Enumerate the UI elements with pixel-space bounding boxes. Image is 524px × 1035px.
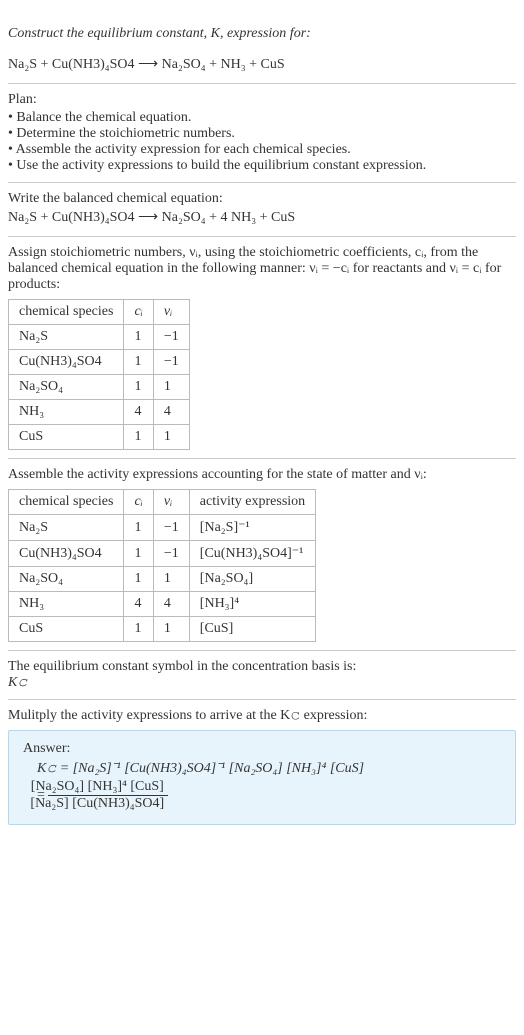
cell-species: CuS (9, 617, 124, 642)
intro-text: Construct the equilibrium constant, K, e… (8, 26, 311, 41)
cell-activity: [Na₂S]⁻¹ (189, 515, 315, 541)
col-ci: cᵢ (124, 300, 153, 325)
balanced-equation: Na₂S + Cu(NH3)₄SO4 ⟶ Na₂SO₄ + 4 NH₃ + Cu… (8, 209, 516, 226)
cell-species: Na₂S (9, 515, 124, 541)
kc-expr-text: K𝚌 = [Na₂S]⁻¹ [Cu(NH3)₄SO4]⁻¹ [Na₂SO₄] [… (37, 761, 364, 776)
activity-section: Assemble the activity expressions accoun… (8, 459, 516, 651)
plan-list: Balance the chemical equation. Determine… (8, 110, 516, 174)
balanced-title: Write the balanced chemical equation: (8, 191, 516, 207)
answer-box: Answer: K𝚌 = [Na₂S]⁻¹ [Cu(NH3)₄SO4]⁻¹ [N… (8, 730, 516, 825)
col-vi: νᵢ (153, 300, 189, 325)
cell-activity: [Cu(NH3)₄SO4]⁻¹ (189, 541, 315, 567)
cell-vi: −1 (153, 541, 189, 567)
frac-numerator: [Na₂SO₄] [NH₃]⁴ [CuS] (48, 779, 168, 796)
cell-species: CuS (9, 425, 124, 450)
cell-activity: [CuS] (189, 617, 315, 642)
cell-ci: 1 (124, 375, 153, 400)
plan-section: Plan: Balance the chemical equation. Det… (8, 84, 516, 183)
answer-section: Mulitply the activity expressions to arr… (8, 700, 516, 833)
cell-species: Cu(NH3)₄SO4 (9, 541, 124, 567)
activity-table: chemical species cᵢ νᵢ activity expressi… (8, 489, 316, 642)
table-row: Na₂S 1 −1 [Na₂S]⁻¹ (9, 515, 316, 541)
stoich-intro: Assign stoichiometric numbers, νᵢ, using… (8, 245, 516, 293)
cell-ci: 1 (124, 515, 153, 541)
activity-intro: Assemble the activity expressions accoun… (8, 467, 516, 483)
cell-ci: 1 (124, 425, 153, 450)
symbol-section: The equilibrium constant symbol in the c… (8, 651, 516, 700)
cell-vi: −1 (153, 515, 189, 541)
cell-species: Cu(NH3)₄SO4 (9, 350, 124, 375)
cell-vi: −1 (153, 350, 189, 375)
cell-ci: 1 (124, 350, 153, 375)
cell-ci: 1 (124, 541, 153, 567)
cell-vi: 1 (153, 567, 189, 592)
answer-label: Answer: (23, 741, 501, 757)
kc-fraction: [Na₂SO₄] [NH₃]⁴ [CuS] [Na₂S] [Cu(NH3)₄SO… (48, 779, 168, 812)
cell-ci: 4 (124, 592, 153, 617)
cell-vi: −1 (153, 325, 189, 350)
cell-ci: 1 (124, 567, 153, 592)
cell-ci: 1 (124, 617, 153, 642)
table-row: NH₃ 4 4 (9, 400, 190, 425)
table-row: NH₃ 4 4 [NH₃]⁴ (9, 592, 316, 617)
col-species: chemical species (9, 490, 124, 515)
balanced-section: Write the balanced chemical equation: Na… (8, 183, 516, 237)
frac-denominator: [Na₂S] [Cu(NH3)₄SO4] (48, 796, 168, 812)
table-row: Na₂S 1 −1 (9, 325, 190, 350)
table-row: CuS 1 1 (9, 425, 190, 450)
stoich-table: chemical species cᵢ νᵢ Na₂S 1 −1 Cu(NH3)… (8, 299, 190, 450)
plan-item: Assemble the activity expression for eac… (8, 142, 516, 158)
cell-vi: 4 (153, 400, 189, 425)
intro-line: Construct the equilibrium constant, K, e… (8, 26, 516, 42)
table-row: Na₂SO₄ 1 1 (9, 375, 190, 400)
table-header-row: chemical species cᵢ νᵢ activity expressi… (9, 490, 316, 515)
cell-ci: 1 (124, 325, 153, 350)
col-species: chemical species (9, 300, 124, 325)
table-header-row: chemical species cᵢ νᵢ (9, 300, 190, 325)
col-ci: cᵢ (124, 490, 153, 515)
intro-equation: Na₂S + Cu(NH3)₄SO4 ⟶ Na₂SO₄ + NH₃ + CuS (8, 56, 516, 73)
intro-section: Construct the equilibrium constant, K, e… (8, 4, 516, 84)
symbol-intro: The equilibrium constant symbol in the c… (8, 659, 516, 675)
kc-expression-line1: K𝚌 = [Na₂S]⁻¹ [Cu(NH3)₄SO4]⁻¹ [Na₂SO₄] [… (23, 761, 501, 777)
cell-species: Na₂S (9, 325, 124, 350)
plan-item: Balance the chemical equation. (8, 110, 516, 126)
plan-item: Determine the stoichiometric numbers. (8, 126, 516, 142)
cell-species: NH₃ (9, 400, 124, 425)
cell-vi: 1 (153, 617, 189, 642)
table-row: Cu(NH3)₄SO4 1 −1 [Cu(NH3)₄SO4]⁻¹ (9, 541, 316, 567)
cell-activity: [NH₃]⁴ (189, 592, 315, 617)
cell-species: NH₃ (9, 592, 124, 617)
plan-title: Plan: (8, 92, 516, 108)
col-activity: activity expression (189, 490, 315, 515)
cell-ci: 4 (124, 400, 153, 425)
kc-symbol: K𝚌 (8, 675, 516, 691)
stoich-section: Assign stoichiometric numbers, νᵢ, using… (8, 237, 516, 459)
cell-vi: 1 (153, 425, 189, 450)
table-row: Cu(NH3)₄SO4 1 −1 (9, 350, 190, 375)
table-row: CuS 1 1 [CuS] (9, 617, 316, 642)
plan-item: Use the activity expressions to build th… (8, 158, 516, 174)
cell-vi: 4 (153, 592, 189, 617)
table-row: Na₂SO₄ 1 1 [Na₂SO₄] (9, 567, 316, 592)
kc-expression-line2: = [Na₂SO₄] [NH₃]⁴ [CuS] [Na₂S] [Cu(NH3)₄… (23, 779, 501, 812)
col-vi: νᵢ (153, 490, 189, 515)
multiply-intro: Mulitply the activity expressions to arr… (8, 708, 516, 724)
cell-species: Na₂SO₄ (9, 375, 124, 400)
cell-species: Na₂SO₄ (9, 567, 124, 592)
cell-activity: [Na₂SO₄] (189, 567, 315, 592)
cell-vi: 1 (153, 375, 189, 400)
